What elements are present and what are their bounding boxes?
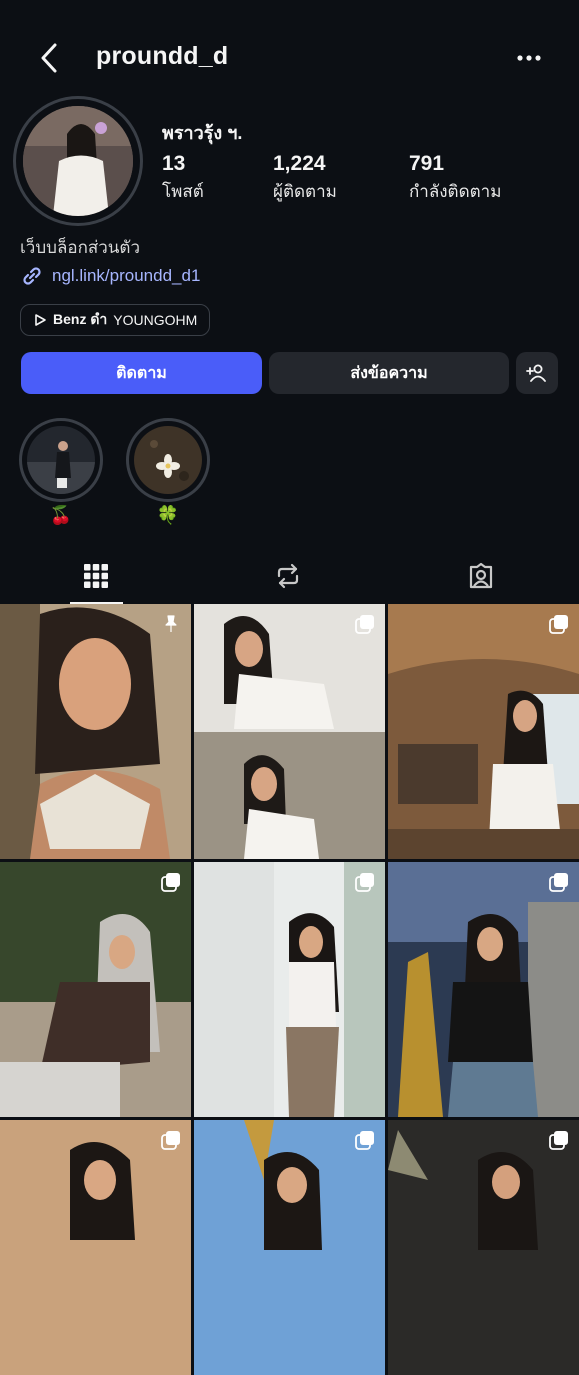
add-person-icon: [526, 364, 546, 382]
pinned-icon: [165, 615, 177, 632]
tab-posts-grid[interactable]: [70, 552, 122, 600]
post-thumbnail[interactable]: [194, 604, 385, 859]
follow-button[interactable]: ติดตาม: [21, 352, 262, 394]
posts-count-value: 13: [162, 152, 186, 175]
post-thumbnail[interactable]: [0, 1120, 191, 1375]
tab-tagged[interactable]: [455, 552, 507, 600]
username-title: proundd_d: [96, 42, 229, 70]
tagged-icon: [469, 562, 493, 589]
ellipsis-icon: [517, 55, 541, 61]
highlight-label: 🍒: [49, 505, 73, 525]
bio-link[interactable]: ngl.link/proundd_d1: [20, 264, 200, 288]
chevron-left-icon: [41, 43, 57, 73]
grid-icon: [84, 564, 108, 588]
post-thumbnail[interactable]: [194, 1120, 385, 1375]
story-highlight-1[interactable]: 🍒: [19, 418, 103, 526]
post-thumbnail[interactable]: [0, 604, 191, 859]
carousel-icon: [161, 873, 180, 892]
profile-music-pill[interactable]: Benz ดำ YOUNGOHM: [20, 304, 211, 336]
post-thumbnail[interactable]: [388, 604, 579, 859]
followers-count-value: 1,224: [273, 152, 326, 175]
play-icon: [35, 314, 46, 326]
post-thumbnail[interactable]: [194, 862, 385, 1117]
carousel-icon: [355, 873, 374, 892]
tab-reposts[interactable]: [262, 552, 314, 600]
highlight-ring: [19, 418, 103, 502]
following-count-value: 791: [409, 152, 445, 175]
carousel-icon: [549, 615, 568, 634]
post-thumbnail[interactable]: [0, 862, 191, 1117]
highlight-cover: [27, 426, 95, 494]
highlight-ring: [126, 418, 210, 502]
following-count[interactable]: 791 กำลังติดตาม: [409, 152, 501, 205]
more-options-button[interactable]: [514, 48, 544, 68]
avatar: [23, 106, 133, 216]
bio-link-text: ngl.link/proundd_d1: [52, 266, 201, 285]
profile-tabs: [0, 552, 579, 604]
link-icon: [23, 267, 41, 285]
display-name: พราวรุ้ง ฯ.: [162, 123, 243, 143]
carousel-icon: [549, 873, 568, 892]
suggested-accounts-button[interactable]: [516, 352, 558, 394]
carousel-icon: [355, 1131, 374, 1150]
followers-count-label: ผู้ติดตาม: [273, 182, 337, 201]
highlight-cover: [134, 426, 202, 494]
back-button[interactable]: [36, 40, 66, 76]
bio-category: เว็บบล็อกส่วนตัว: [20, 238, 140, 257]
highlight-label: 🍀: [156, 505, 180, 525]
following-count-label: กำลังติดตาม: [409, 182, 502, 201]
followers-count[interactable]: 1,224 ผู้ติดตาม: [273, 152, 337, 205]
carousel-icon: [161, 1131, 180, 1150]
profile-avatar-ring[interactable]: [13, 96, 143, 226]
carousel-icon: [355, 615, 374, 634]
posts-count-label: โพสต์: [162, 182, 204, 201]
music-song: YOUNGOHM: [113, 312, 198, 328]
story-highlight-2[interactable]: 🍀: [126, 418, 210, 526]
carousel-icon: [549, 1131, 568, 1150]
post-thumbnail[interactable]: [388, 862, 579, 1117]
post-thumbnail[interactable]: [388, 1120, 579, 1375]
posts-count[interactable]: 13 โพสต์: [162, 152, 204, 205]
reposts-icon: [277, 563, 299, 589]
music-artist: Benz ดำ: [53, 311, 108, 327]
message-button[interactable]: ส่งข้อความ: [269, 352, 509, 394]
profile-header: proundd_d: [0, 28, 579, 88]
